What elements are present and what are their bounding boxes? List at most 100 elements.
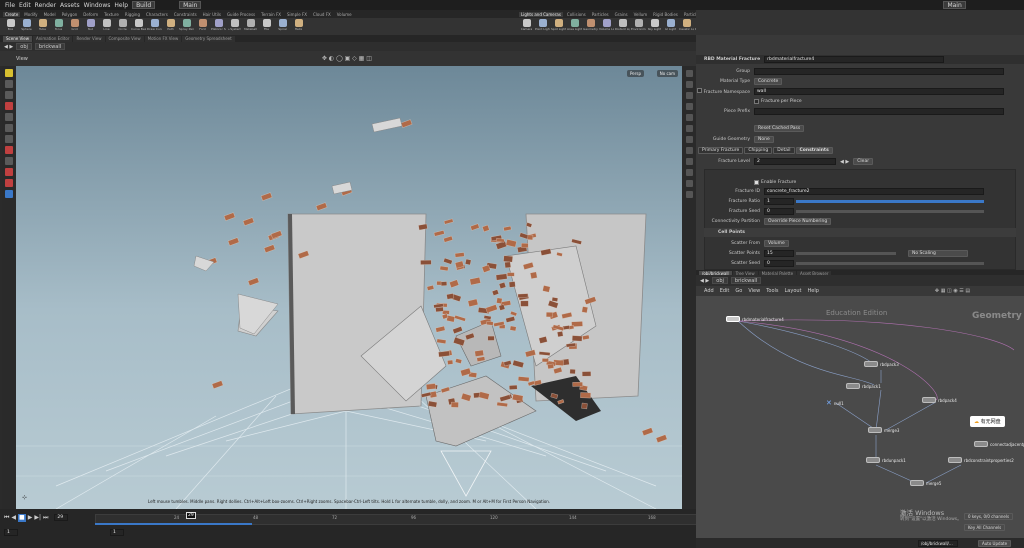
rotate-tool-icon[interactable] [5, 91, 13, 99]
tab-primary-fracture[interactable]: Primary Fracture [698, 147, 744, 154]
material-type-select[interactable]: Concrete [754, 78, 783, 85]
node-merge5[interactable]: merge5 [910, 480, 941, 486]
tab-detail[interactable]: Detail [773, 147, 795, 154]
fracture-level-field[interactable]: 2 [754, 158, 836, 165]
shelf-tool-line[interactable]: Line [99, 18, 114, 31]
level-stepper-icon[interactable]: ◀ ▶ [840, 159, 849, 165]
shelf-tool-sky-light[interactable]: Sky Light [647, 18, 662, 31]
shelf-tab-r-3[interactable]: Grains [613, 12, 630, 17]
tab-constraints[interactable]: Constraints [795, 147, 833, 154]
fracture-seed-field[interactable]: 0 [764, 208, 794, 215]
piece-prefix-field[interactable] [754, 108, 1004, 115]
first-frame-icon[interactable]: ⏮ [4, 514, 9, 522]
node-rbdunpack1[interactable]: rbdunpack1 [866, 457, 906, 463]
enable-fracture-checkbox[interactable] [754, 180, 759, 185]
auto-update-button[interactable]: Auto Update [978, 539, 1012, 547]
tab-scene-view[interactable]: Scene View [3, 35, 32, 42]
view-tool-icon[interactable] [5, 135, 13, 143]
shelf-tab-l-9[interactable]: Hair Utils [201, 12, 223, 17]
fracture-ratio-slider[interactable] [796, 200, 984, 203]
namespace-checkbox[interactable] [696, 88, 702, 93]
fracture-seed-slider[interactable] [796, 210, 984, 213]
scaling-select[interactable]: No Scaling [908, 250, 968, 257]
tab-motion-fx-view[interactable]: Motion FX View [144, 35, 182, 42]
tab-geometry-spreadsheet[interactable]: Geometry Spreadsheet [182, 35, 235, 42]
shelf-tab-l-5[interactable]: Texture [102, 12, 121, 17]
shelf-tool-file[interactable]: File [259, 18, 274, 31]
connectivity-select[interactable]: Override Piece Numbering [764, 218, 832, 225]
viewport-3d[interactable]: Persp No cam ⊹ [16, 66, 682, 509]
step-forward-icon[interactable]: ▶| [34, 514, 41, 522]
shelf-tab-r-2[interactable]: Particles [590, 12, 611, 17]
shelf-tool-spiral[interactable]: Spiral [275, 18, 290, 31]
template-icon[interactable] [685, 147, 693, 154]
shelf-tool-draw-curve[interactable]: Draw Curve [147, 18, 162, 31]
scatter-seed-slider[interactable] [796, 262, 984, 265]
scatter-points-slider[interactable] [796, 252, 896, 255]
shelf-tab-l-1[interactable]: Modify [22, 12, 39, 17]
cell-points-header[interactable]: Cell Points [704, 228, 1016, 237]
tab-render-view[interactable]: Render View [73, 35, 105, 42]
shading-icon[interactable] [685, 81, 693, 88]
menu-windows[interactable]: Windows [84, 2, 111, 9]
node-rbdmaterialfracture4[interactable]: rbdmaterialfracture4 [726, 316, 784, 322]
shelf-tab-l-12[interactable]: Simple FX [285, 12, 309, 17]
key-all-channels-button[interactable]: Key All Channels [964, 524, 1006, 531]
node-rbdconstraintproperties2[interactable]: rbdconstraintproperties2 [948, 457, 1014, 463]
shelf-tab-r-0[interactable]: Lights and Cameras [519, 11, 563, 17]
context-select[interactable]: Main [179, 1, 202, 9]
shelf-tool-platonic-solids[interactable]: Platonic Solids [211, 18, 226, 31]
frame-marker[interactable]: 29 [186, 512, 196, 519]
scale-tool-icon[interactable] [5, 102, 13, 110]
group-field[interactable] [754, 68, 1004, 75]
shelf-tool-tube[interactable]: Tube [35, 18, 50, 31]
handle-tool-icon[interactable] [5, 113, 13, 121]
shelf-tool-sphere[interactable]: Sphere [19, 18, 34, 31]
snap-point-icon[interactable] [5, 157, 13, 165]
last-frame-icon[interactable]: ⏭ [43, 514, 48, 522]
fracture-per-piece-checkbox[interactable] [754, 99, 759, 104]
shelf-tool-circle[interactable]: Circle [115, 18, 130, 31]
shelf-tab-l-13[interactable]: Cloud FX [311, 12, 333, 17]
network-editor[interactable]: ◀ ▶ obj brickwall Add Edit Go View Tools… [696, 275, 1024, 548]
shelf-tool-spot-light[interactable]: Spot Light [551, 18, 566, 31]
shelf-tab-l-3[interactable]: Polygon [60, 12, 80, 17]
display-options-icons[interactable]: ✥ ◐ ◯ ▣ ◇ ▦ ◫ [322, 55, 372, 62]
snap-curve-icon[interactable] [5, 168, 13, 176]
shelf-tool-environment-light[interactable]: Environment Light [631, 18, 646, 31]
shelf-tool-font[interactable]: Font [195, 18, 210, 31]
shelf-tool-gi-light[interactable]: GI Light [663, 18, 678, 31]
wireframe-icon[interactable] [685, 92, 693, 99]
shelf-tool-curve-bezier[interactable]: Curve Bezier [131, 18, 146, 31]
fracture-id-field[interactable]: concrete_fracture2 [764, 188, 984, 195]
shelf-tool-l-system[interactable]: L-System [227, 18, 242, 31]
shelf-tab-l-10[interactable]: Guide Process [225, 12, 257, 17]
shelf-tool-spray-paint[interactable]: Spray Paint [179, 18, 194, 31]
points-icon[interactable] [685, 103, 693, 110]
select-tool-icon[interactable] [5, 69, 13, 77]
guide-icon[interactable] [685, 158, 693, 165]
fracture-ratio-field[interactable]: 1 [764, 198, 794, 205]
tab-composite-view[interactable]: Composite View [105, 35, 144, 42]
shelf-tab-l-8[interactable]: Constraints [172, 12, 199, 17]
shelf-tab-l-4[interactable]: Deform [81, 12, 100, 17]
tab-animation-editor[interactable]: Animation Editor [32, 35, 73, 42]
shelf-tool-distant-light[interactable]: Distant Light [615, 18, 630, 31]
scatter-points-field[interactable]: 15 [764, 250, 794, 257]
background-icon[interactable] [685, 180, 693, 187]
shelf-tool-area-light[interactable]: Area Light [567, 18, 582, 31]
shelf-tab-r-1[interactable]: Collisions [565, 12, 588, 17]
magnet-icon[interactable] [5, 179, 13, 187]
shelf-tool-camera[interactable]: Camera [519, 18, 534, 31]
menu-file[interactable]: File [5, 2, 15, 9]
ghost-icon[interactable] [685, 125, 693, 132]
grid-icon[interactable] [685, 191, 693, 198]
range-start-field[interactable]: 1 [4, 529, 18, 536]
shelf-tab-r-5[interactable]: Rigid Bodies [651, 12, 680, 17]
path-brickwall[interactable]: brickwall [34, 43, 66, 50]
shelf-tool-path[interactable]: Path [163, 18, 178, 31]
shelf-tab-l-2[interactable]: Model [42, 12, 58, 17]
camera-icon[interactable] [685, 169, 693, 176]
shelf-tool-point-light[interactable]: Point Light [535, 18, 550, 31]
clear-button[interactable]: Clear [853, 158, 874, 165]
